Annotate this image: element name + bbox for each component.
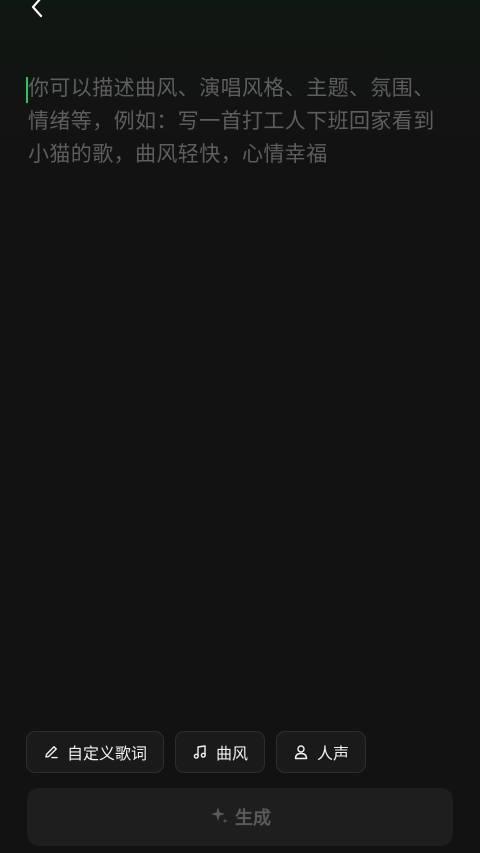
prompt-input[interactable]: 你可以描述曲风、演唱风格、主题、氛围、情绪等，例如：写一首打工人下班回家看到小猫… [26,72,446,692]
person-icon [293,744,309,760]
option-chips: 自定义歌词 曲风 人声 [26,731,367,773]
vocal-label: 人声 [317,744,350,763]
vocal-chip[interactable]: 人声 [276,731,367,773]
prompt-placeholder: 你可以描述曲风、演唱风格、主题、氛围、情绪等，例如：写一首打工人下班回家看到小猫… [28,76,435,166]
pencil-icon [43,744,59,760]
music-style-chip[interactable]: 曲风 [175,731,266,773]
back-button[interactable] [22,0,52,24]
generate-label: 生成 [235,808,271,829]
sparkle-icon [209,805,229,830]
music-style-label: 曲风 [216,744,249,763]
custom-lyrics-chip[interactable]: 自定义歌词 [26,731,165,773]
music-note-icon [192,744,208,760]
chevron-left-icon [29,0,45,23]
generate-button[interactable]: 生成 [27,788,453,846]
custom-lyrics-label: 自定义歌词 [67,744,148,763]
